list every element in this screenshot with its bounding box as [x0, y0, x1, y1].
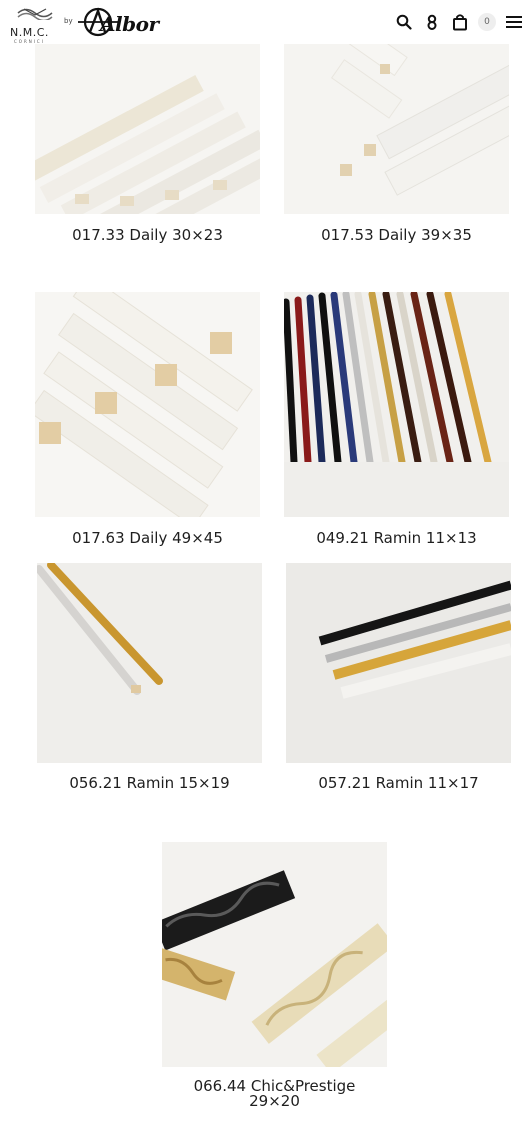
product-image[interactable]	[37, 563, 262, 763]
site-header: N.M.C. CORNICI by Albor 0	[0, 0, 530, 44]
product-card[interactable]: 017.53 Daily 39×35	[284, 44, 509, 254]
user-icon[interactable]	[422, 12, 442, 32]
product-title[interactable]: 066.44 Chic&Prestige 29×20	[162, 1079, 387, 1109]
product-image[interactable]	[162, 842, 387, 1067]
search-icon[interactable]	[394, 12, 414, 32]
nmc-logo-subtext: CORNICI	[14, 39, 45, 44]
nmc-logo[interactable]: N.M.C. CORNICI	[10, 4, 62, 44]
cart-count-badge[interactable]: 0	[478, 13, 496, 31]
product-title[interactable]: 017.33 Daily 30×23	[35, 226, 260, 244]
product-image[interactable]	[35, 44, 260, 214]
product-image[interactable]	[286, 563, 511, 763]
albor-logo[interactable]: Albor	[78, 6, 178, 38]
header-actions: 0	[394, 10, 524, 34]
product-image[interactable]	[284, 292, 509, 517]
product-title[interactable]: 017.63 Daily 49×45	[35, 529, 260, 547]
product-card[interactable]: 017.33 Daily 30×23	[35, 44, 260, 254]
product-image[interactable]	[35, 292, 260, 517]
product-title[interactable]: 057.21 Ramin 11×17	[286, 774, 511, 792]
cart-icon[interactable]	[450, 12, 470, 32]
product-title[interactable]: 017.53 Daily 39×35	[284, 226, 509, 244]
product-card[interactable]: 056.21 Ramin 15×19	[37, 563, 262, 803]
product-card[interactable]: 017.63 Daily 49×45	[35, 292, 260, 557]
albor-logo-text: Albor	[100, 12, 159, 36]
nmc-logo-text: N.M.C.	[10, 26, 49, 39]
product-image[interactable]	[284, 44, 509, 214]
menu-icon[interactable]	[504, 12, 524, 32]
product-card[interactable]: 057.21 Ramin 11×17	[286, 563, 511, 803]
product-card[interactable]: 066.44 Chic&Prestige 29×20	[162, 842, 387, 1114]
product-title[interactable]: 049.21 Ramin 11×13	[284, 529, 509, 547]
product-title[interactable]: 056.21 Ramin 15×19	[37, 774, 262, 792]
logo-by-text: by	[64, 17, 73, 25]
product-title-line: 29×20	[249, 1092, 300, 1110]
product-card[interactable]: 049.21 Ramin 11×13	[284, 292, 509, 557]
nmc-wave-icon	[17, 8, 53, 20]
